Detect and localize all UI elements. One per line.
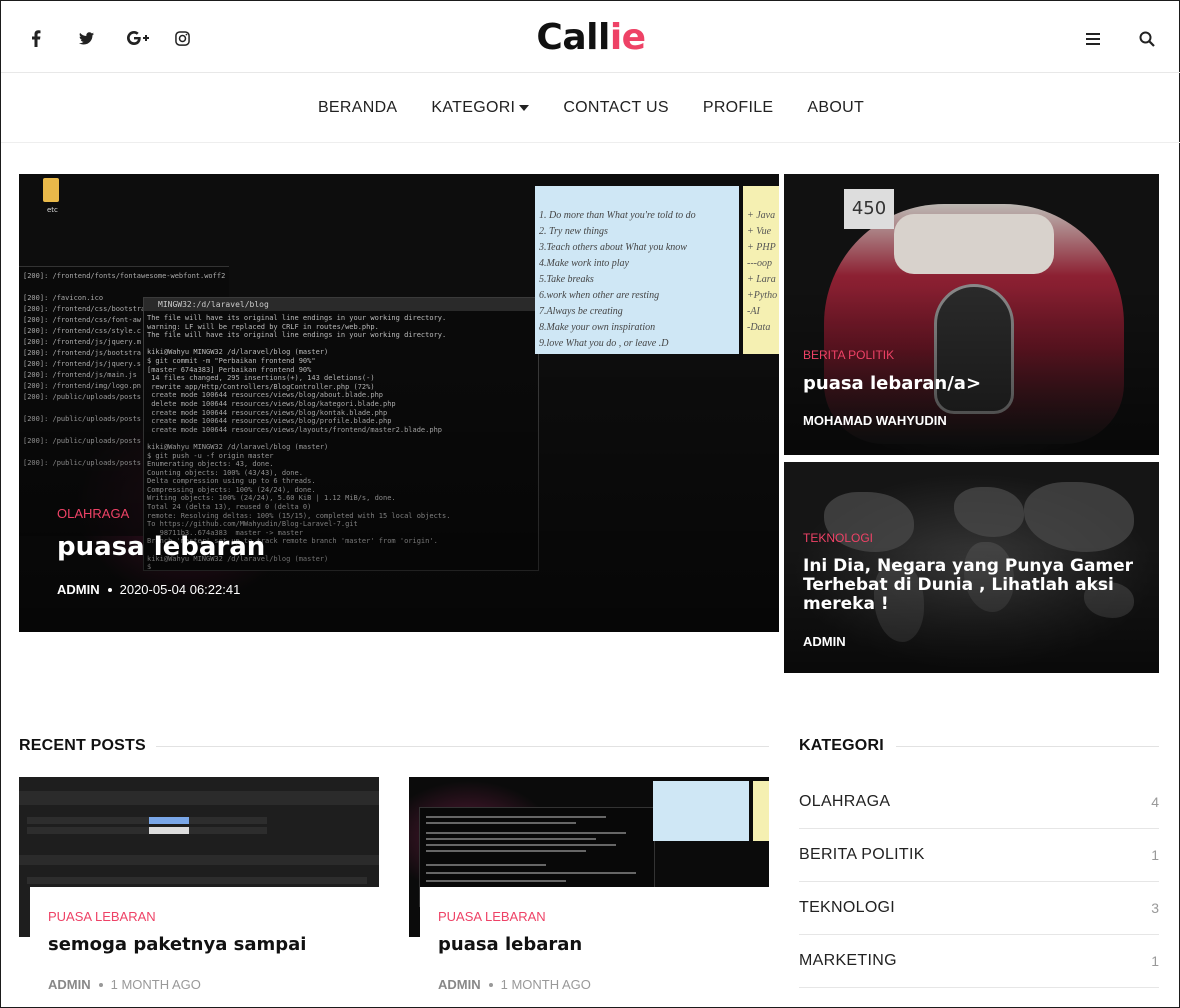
terminal-line bbox=[426, 844, 616, 846]
terminal-line bbox=[426, 832, 626, 834]
progress-strip bbox=[149, 827, 189, 834]
side-bottom-meta: ADMIN bbox=[803, 634, 846, 649]
featured-category[interactable]: OLAHRAGA bbox=[57, 506, 129, 521]
featured-meta: ADMIN 2020-05-04 06:22:41 bbox=[57, 582, 240, 597]
side-top-author[interactable]: MOHAMAD WAHYUDIN bbox=[803, 413, 947, 428]
car-plate: 450 bbox=[844, 189, 894, 229]
kategori-name[interactable]: BERITA POLITIK bbox=[799, 846, 925, 864]
image-overlay bbox=[784, 286, 1159, 455]
post-time: 1 MONTH AGO bbox=[500, 977, 591, 992]
post-meta: ADMIN 1 MONTH AGO bbox=[438, 977, 769, 992]
terminal-title: MINGW32:/d/laravel/blog bbox=[144, 298, 538, 311]
map-continent bbox=[954, 487, 1024, 537]
kategori-heading: KATEGORI bbox=[799, 737, 894, 755]
top-header: Callie bbox=[1, 1, 1180, 73]
side-top-category[interactable]: BERITA POLITIK bbox=[803, 348, 894, 362]
site-logo[interactable]: Callie bbox=[1, 17, 1180, 58]
post-card[interactable]: PUASA LEBARAN semoga paketnya sampai ADM… bbox=[30, 887, 379, 999]
toolbar-strip bbox=[19, 791, 379, 805]
terminal-line bbox=[426, 838, 596, 840]
meta-separator bbox=[107, 587, 112, 592]
map-continent bbox=[1024, 482, 1134, 552]
post-title[interactable]: semoga paketnya sampai bbox=[48, 934, 379, 955]
sticky-note bbox=[653, 781, 749, 841]
post-card[interactable]: PUASA LEBARAN puasa lebaran ADMIN 1 MONT… bbox=[420, 887, 769, 999]
terminal-line bbox=[426, 880, 566, 882]
logo-accent: ie bbox=[609, 17, 646, 58]
post-category[interactable]: PUASA LEBARAN bbox=[438, 909, 769, 924]
featured-title[interactable]: puasa lebaran bbox=[57, 532, 265, 562]
header-actions bbox=[1083, 29, 1157, 49]
car-interior bbox=[894, 214, 1054, 274]
terminal-line bbox=[426, 864, 546, 866]
nav-item-kategori[interactable]: KATEGORI bbox=[414, 99, 546, 117]
terminal-line bbox=[426, 850, 586, 852]
folder-icon bbox=[43, 178, 59, 202]
kategori-item[interactable]: TEKNOLOGI 3 bbox=[799, 882, 1159, 935]
meta-separator bbox=[488, 982, 493, 987]
section-divider bbox=[151, 746, 769, 747]
featured-post-main[interactable]: etc [200]: /frontend/fonts/fontawesome-w… bbox=[19, 174, 779, 632]
post-category[interactable]: PUASA LEBARAN bbox=[48, 909, 379, 924]
kategori-list: OLAHRAGA 4 BERITA POLITIK 1 TEKNOLOGI 3 … bbox=[799, 776, 1159, 988]
side-bottom-category[interactable]: TEKNOLOGI bbox=[803, 531, 873, 545]
nav-item-beranda[interactable]: BERANDA bbox=[301, 99, 414, 117]
kategori-item[interactable]: MARKETING 1 bbox=[799, 935, 1159, 988]
nav-item-kategori-label: KATEGORI bbox=[431, 98, 516, 116]
sticky-note-yellow bbox=[753, 781, 769, 841]
side-top-meta: MOHAMAD WAHYUDIN bbox=[803, 413, 947, 428]
kategori-count: 1 bbox=[1151, 847, 1159, 863]
sticky-note-yellow: + Java + Vue + PHP ---oop + Lara +Pytho … bbox=[743, 186, 779, 354]
kategori-item[interactable]: OLAHRAGA 4 bbox=[799, 776, 1159, 829]
table-row-strip bbox=[27, 877, 367, 884]
terminal-line bbox=[426, 822, 576, 824]
kategori-count: 4 bbox=[1151, 794, 1159, 810]
post-time: 1 MONTH AGO bbox=[110, 977, 201, 992]
side-bottom-title[interactable]: Ini Dia, Negara yang Punya Gamer Terheba… bbox=[803, 557, 1153, 614]
kategori-name[interactable]: TEKNOLOGI bbox=[799, 899, 895, 917]
menu-icon[interactable] bbox=[1083, 29, 1103, 49]
search-icon[interactable] bbox=[1137, 29, 1157, 49]
side-top-title[interactable]: puasa lebaran/a> bbox=[803, 373, 981, 394]
section-divider bbox=[896, 746, 1159, 747]
kategori-name[interactable]: OLAHRAGA bbox=[799, 793, 890, 811]
kategori-count: 3 bbox=[1151, 900, 1159, 916]
featured-author[interactable]: ADMIN bbox=[57, 582, 100, 597]
folder-label: etc bbox=[47, 206, 58, 214]
nav-item-about[interactable]: ABOUT bbox=[790, 99, 881, 117]
progress-strip bbox=[149, 817, 189, 824]
post-author[interactable]: ADMIN bbox=[48, 977, 91, 992]
table-row-strip bbox=[27, 827, 267, 834]
table-row-strip bbox=[27, 817, 267, 824]
featured-post-side-bottom[interactable]: TEKNOLOGI Ini Dia, Negara yang Punya Gam… bbox=[784, 462, 1159, 673]
terminal-line bbox=[426, 872, 636, 874]
nav-item-profile[interactable]: PROFILE bbox=[686, 99, 791, 117]
toolbar-strip bbox=[19, 855, 379, 865]
kategori-count: 1 bbox=[1151, 953, 1159, 969]
featured-post-side-top[interactable]: 450 BERITA POLITIK puasa lebaran/a> MOHA… bbox=[784, 174, 1159, 455]
side-bottom-author[interactable]: ADMIN bbox=[803, 634, 846, 649]
main-nav: BERANDA KATEGORI CONTACT US PROFILE ABOU… bbox=[1, 73, 1180, 143]
post-title[interactable]: puasa lebaran bbox=[438, 934, 769, 955]
meta-separator bbox=[98, 982, 103, 987]
post-meta: ADMIN 1 MONTH AGO bbox=[48, 977, 379, 992]
terminal-line bbox=[426, 816, 606, 818]
recent-posts-heading: RECENT POSTS bbox=[19, 737, 156, 755]
sticky-note: 1. Do more than What you're told to do 2… bbox=[535, 186, 739, 354]
kategori-item[interactable]: BERITA POLITIK 1 bbox=[799, 829, 1159, 882]
caret-down-icon bbox=[519, 104, 530, 111]
nav-item-contact-us[interactable]: CONTACT US bbox=[546, 99, 686, 117]
post-author[interactable]: ADMIN bbox=[438, 977, 481, 992]
featured-date: 2020-05-04 06:22:41 bbox=[119, 582, 241, 597]
kategori-name[interactable]: MARKETING bbox=[799, 952, 897, 970]
